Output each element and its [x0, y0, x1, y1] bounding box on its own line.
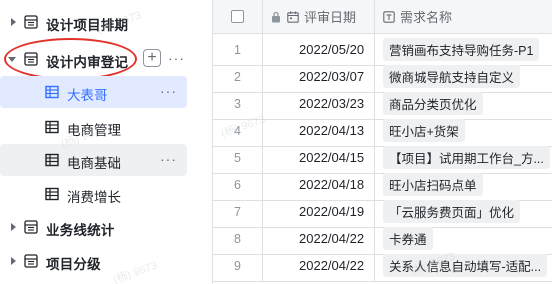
grid-table-icon: [45, 153, 59, 167]
row-number: 3: [234, 96, 241, 111]
review-date: 2022/04/19: [299, 204, 365, 219]
data-table: 评审日期 需求名称 1 2022/05/20 营销画布支持导购任务-P1 2 2…: [212, 0, 552, 284]
requirement-name[interactable]: 「云服务费页面」优化: [383, 200, 521, 223]
sidebar: 设计项目排期 设计内审登记 + ··· 大表哥 ··· 电商管理 电商基础 ··…: [0, 0, 192, 284]
row-number: 2: [234, 69, 241, 84]
more-options-icon[interactable]: ···: [160, 152, 177, 166]
table-doc-icon: [24, 52, 38, 66]
review-date: 2022/03/23: [299, 96, 365, 111]
caret-right-icon[interactable]: [8, 256, 18, 266]
sidebar-item-ecom-management[interactable]: 电商管理: [0, 111, 192, 143]
grid-table-icon: [45, 187, 59, 201]
lock-icon: [272, 11, 280, 22]
text-field-icon: [383, 10, 395, 23]
review-date: 2022/05/20: [299, 42, 365, 57]
caret-right-icon[interactable]: [8, 222, 18, 232]
header-date-cell[interactable]: 评审日期: [263, 0, 375, 33]
review-date: 2022/04/13: [299, 123, 365, 138]
column-header-label: 评审日期: [304, 10, 357, 25]
review-date: 2022/03/07: [299, 69, 365, 84]
sidebar-item-label: 消费增长: [67, 190, 121, 205]
requirement-name[interactable]: 旺小店+货架: [383, 119, 465, 142]
sidebar-item-business-stats[interactable]: 业务线统计: [0, 211, 192, 243]
table-header: 评审日期 需求名称: [213, 0, 552, 34]
sidebar-item-project-level[interactable]: 项目分级: [0, 245, 192, 277]
sidebar-item-dabiaoge[interactable]: 大表哥 ···: [0, 76, 187, 108]
column-header-label: 需求名称: [400, 10, 453, 25]
requirement-name[interactable]: 微商城导航支持自定义: [383, 65, 521, 88]
sidebar-item-ecom-basics[interactable]: 电商基础 ···: [0, 144, 187, 176]
header-name-cell[interactable]: 需求名称: [375, 0, 552, 33]
sidebar-item-consumption-growth[interactable]: 消费增长: [0, 178, 192, 210]
more-options-icon[interactable]: ···: [168, 51, 185, 65]
grid-table-icon: [45, 85, 59, 99]
requirement-name[interactable]: 卡券通: [383, 227, 433, 250]
sidebar-item-label: 电商基础: [67, 156, 121, 171]
table-doc-icon: [24, 254, 38, 268]
sidebar-item-label: 项目分级: [46, 257, 101, 272]
sidebar-item-label: 大表哥: [67, 88, 108, 103]
sidebar-item-label: 设计内审登记: [46, 55, 129, 70]
row-number: 5: [234, 150, 241, 165]
row-number: 9: [234, 258, 241, 273]
row-number: 1: [234, 42, 241, 57]
row-number: 4: [234, 123, 241, 138]
requirement-name[interactable]: 商品分类页优化: [383, 92, 483, 115]
header-select-cell: [213, 0, 263, 33]
calendar-icon: [287, 11, 299, 23]
grid-table-icon: [45, 120, 59, 134]
more-options-icon[interactable]: ···: [160, 84, 177, 98]
requirement-name[interactable]: 关系人信息自动填写-适配...: [383, 254, 548, 277]
requirement-name[interactable]: 旺小店扫码点单: [383, 173, 483, 196]
table-doc-icon: [24, 15, 38, 29]
review-date: 2022/04/22: [299, 258, 365, 273]
caret-right-icon[interactable]: [8, 17, 18, 27]
review-date: 2022/04/15: [299, 150, 365, 165]
requirement-name[interactable]: 【项目】试用期工作台_方...: [383, 146, 550, 169]
review-date: 2022/04/22: [299, 231, 365, 246]
sidebar-item-label: 业务线统计: [46, 223, 115, 238]
sidebar-item-design-review[interactable]: 设计内审登记: [0, 43, 192, 75]
review-date: 2022/04/18: [299, 177, 365, 192]
add-subpage-button[interactable]: +: [143, 49, 161, 67]
sidebar-item-label: 设计项目排期: [46, 18, 129, 33]
sidebar-item-label: 电商管理: [67, 123, 121, 138]
requirement-name[interactable]: 营销画布支持导购任务-P1: [383, 38, 540, 61]
row-number: 7: [234, 204, 241, 219]
row-number: 8: [234, 231, 241, 246]
row-number: 6: [234, 177, 241, 192]
table-row[interactable]: 9 2022/04/22 关系人信息自动填写-适配...: [213, 250, 552, 282]
sidebar-item-design-schedule[interactable]: 设计项目排期: [0, 6, 192, 38]
table-doc-icon: [24, 220, 38, 234]
caret-down-icon[interactable]: [7, 54, 17, 64]
plus-icon: +: [147, 49, 157, 66]
select-all-checkbox[interactable]: [231, 10, 244, 23]
